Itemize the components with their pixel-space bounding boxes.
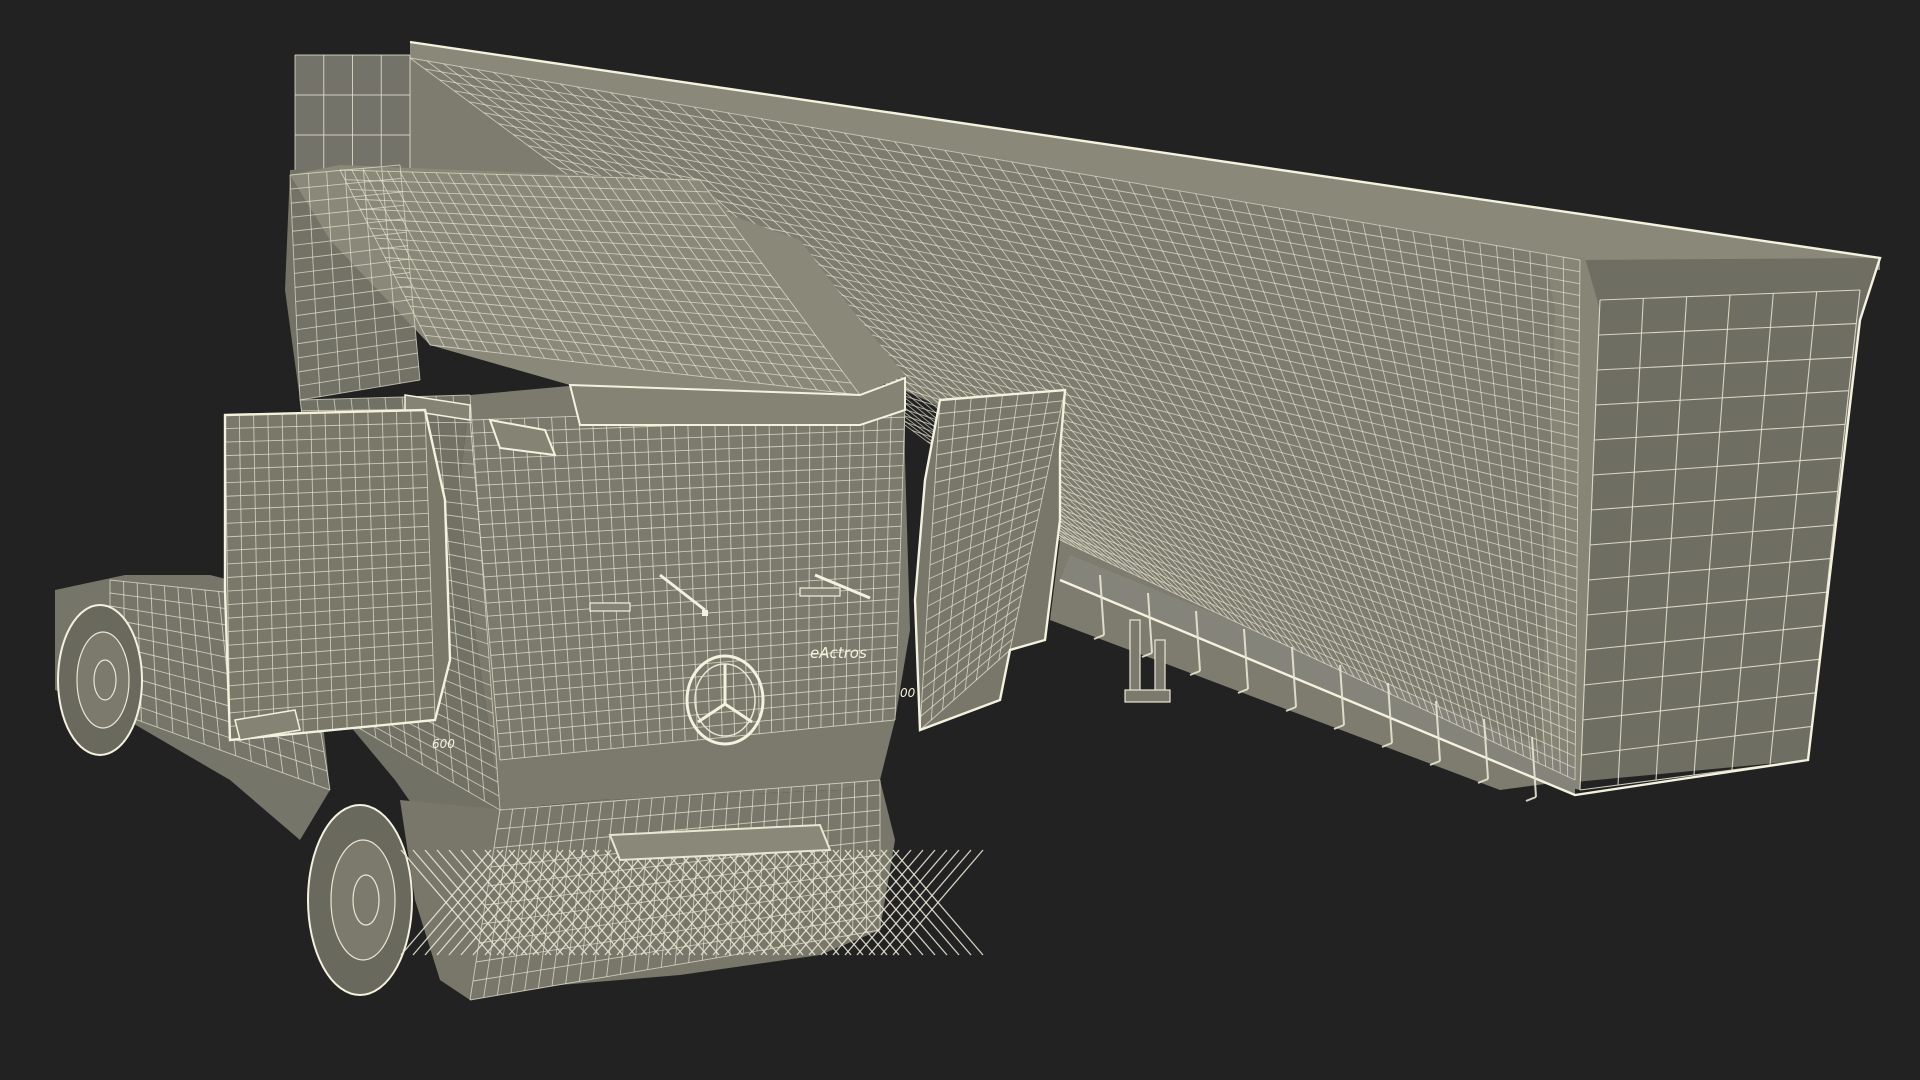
rear-wheel: [57, 604, 143, 756]
cab-number-left: 600: [432, 737, 455, 751]
left-door-open: [223, 408, 452, 742]
cab-number-right: 00: [900, 686, 916, 700]
truck-wireframe-render: eActros 600 00: [0, 0, 1920, 1080]
front-wheel: [307, 804, 413, 996]
wireframe-viewport: eActros 600 00: [0, 0, 1920, 1080]
model-badge: eActros: [810, 644, 867, 662]
